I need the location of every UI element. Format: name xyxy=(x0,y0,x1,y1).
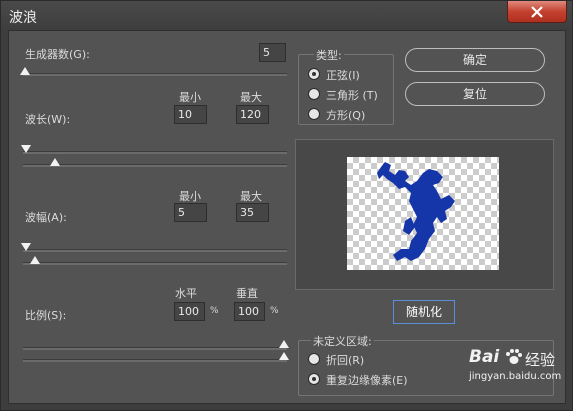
amplitude-max-input[interactable]: 35 xyxy=(236,203,269,222)
preview-panel[interactable] xyxy=(295,139,554,290)
watermark-url: jingyan.baidu.com xyxy=(469,371,562,382)
scale-vertical-unit: % xyxy=(270,306,279,316)
radio-square[interactable] xyxy=(308,108,320,120)
scale-vertical-slider-thumb[interactable] xyxy=(279,352,289,360)
generators-slider-track[interactable] xyxy=(23,73,287,76)
radio-triangle[interactable] xyxy=(308,88,320,100)
radio-repeat-edge[interactable] xyxy=(308,373,320,385)
paw-icon xyxy=(506,349,522,364)
ok-button[interactable]: 确定 xyxy=(405,48,545,72)
scale-horizontal-header: 水平 xyxy=(175,287,197,300)
amplitude-max-slider-thumb[interactable] xyxy=(30,256,40,264)
close-icon xyxy=(531,5,543,18)
scale-vertical-header: 垂直 xyxy=(236,287,258,300)
undefined-option-repeat-label: 重复边缘像素(E) xyxy=(326,374,408,387)
scale-horizontal-slider-thumb[interactable] xyxy=(279,340,289,348)
amplitude-max-header: 最大 xyxy=(240,190,262,203)
watermark: Bai 经验 jingyan.baidu.com xyxy=(469,347,569,382)
scale-vertical-slider-track[interactable] xyxy=(23,359,287,362)
type-option-triangle[interactable]: 三角形 (T) xyxy=(308,87,392,103)
wavelength-min-slider-track[interactable] xyxy=(23,151,287,154)
amplitude-min-input[interactable]: 5 xyxy=(174,203,207,222)
preview-wave-shape xyxy=(377,162,455,261)
type-option-sine-label: 正弦(I) xyxy=(326,69,360,82)
amplitude-min-header: 最小 xyxy=(179,190,201,203)
dialog-window: 波浪 生成器数(G): 5 最小 最大 波长(W): 10 120 最小 最大 … xyxy=(0,0,573,411)
watermark-brand: Bai xyxy=(469,347,500,367)
randomize-button[interactable]: 随机化 xyxy=(393,300,455,324)
scale-horizontal-input[interactable]: 100 xyxy=(174,302,205,321)
reset-button[interactable]: 复位 xyxy=(405,82,545,106)
wavelength-max-slider-track[interactable] xyxy=(23,164,287,167)
type-option-square[interactable]: 方形(Q) xyxy=(308,107,388,123)
window-title: 波浪 xyxy=(9,10,37,26)
wavelength-label: 波长(W): xyxy=(25,113,71,126)
type-option-square-label: 方形(Q) xyxy=(326,109,366,122)
type-group: 类型: 正弦(I) 三角形 (T) 方形(Q) xyxy=(298,47,394,125)
scale-horizontal-unit: % xyxy=(210,306,219,316)
wavelength-min-slider-thumb[interactable] xyxy=(21,145,31,153)
undefined-option-wrap-label: 折回(R) xyxy=(326,354,365,367)
close-button[interactable] xyxy=(507,1,567,23)
scale-vertical-input[interactable]: 100 xyxy=(234,302,265,321)
generators-label: 生成器数(G): xyxy=(25,48,90,61)
scale-label: 比例(S): xyxy=(25,309,67,322)
scale-horizontal-slider-track[interactable] xyxy=(23,347,287,350)
amplitude-min-slider-track[interactable] xyxy=(23,249,287,252)
preview-canvas xyxy=(347,157,499,270)
undefined-area-title: 未定义区域: xyxy=(311,333,374,349)
undefined-option-repeat[interactable]: 重复边缘像素(E) xyxy=(308,372,428,388)
type-option-triangle-label: 三角形 (T) xyxy=(326,89,378,102)
type-option-sine[interactable]: 正弦(I) xyxy=(308,67,388,83)
radio-sine[interactable] xyxy=(308,68,320,80)
wavelength-max-slider-thumb[interactable] xyxy=(50,158,60,166)
generators-slider-thumb[interactable] xyxy=(20,67,30,75)
wavelength-min-input[interactable]: 10 xyxy=(174,105,207,124)
amplitude-label: 波幅(A): xyxy=(25,211,67,224)
type-group-title: 类型: xyxy=(314,47,344,63)
wavelength-max-input[interactable]: 120 xyxy=(236,105,269,124)
amplitude-max-slider-track[interactable] xyxy=(23,262,287,265)
generators-input[interactable]: 5 xyxy=(259,43,286,62)
radio-wrap-around[interactable] xyxy=(308,353,320,365)
watermark-brand-suffix: 经验 xyxy=(525,351,556,369)
wavelength-min-header: 最小 xyxy=(179,91,201,104)
undefined-option-wrap[interactable]: 折回(R) xyxy=(308,352,398,368)
wavelength-max-header: 最大 xyxy=(240,91,262,104)
amplitude-min-slider-thumb[interactable] xyxy=(21,243,31,251)
title-bar[interactable]: 波浪 xyxy=(1,1,572,29)
